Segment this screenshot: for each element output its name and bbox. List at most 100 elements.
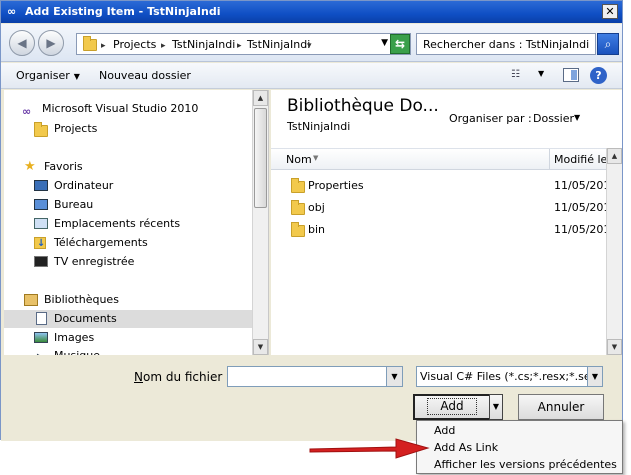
add-button[interactable]: Add [413,394,491,420]
new-folder-button[interactable]: Nouveau dossier [99,69,191,82]
column-divider[interactable] [549,149,550,170]
organize-button[interactable]: Organiser ▼ [16,69,80,82]
nav-item-visual-studio[interactable]: ∞ Microsoft Visual Studio 2010 [22,100,252,118]
cancel-button[interactable]: Annuler [518,394,604,420]
forward-button[interactable]: ▶ [38,30,64,56]
column-header-modified[interactable]: Modifié le [554,153,607,166]
nav-item-music[interactable]: ♪ Musique [34,347,252,355]
file-row[interactable]: bin 11/05/2010 1 [271,220,622,240]
folder-icon [291,222,305,237]
nav-item-desktop[interactable]: Bureau [34,196,252,214]
visual-studio-icon: ∞ [7,5,17,18]
address-dropdown[interactable]: ▼ [381,38,388,48]
chevron-right-icon: ▸ [237,41,242,51]
command-toolbar: Organiser ▼ Nouveau dossier ☷ ▼ ? [1,63,622,89]
file-name: bin [308,223,326,236]
refresh-button[interactable]: ⇆ [390,34,410,54]
scroll-down-icon[interactable]: ▼ [607,339,622,355]
file-name: Properties [308,179,364,192]
dialog-window: ∞ Add Existing Item - TstNinjaIndi ✕ ◀ ▶… [0,0,623,441]
add-split-dropdown[interactable]: ▼ [489,394,503,420]
nav-item-images[interactable]: Images [34,329,252,347]
search-input[interactable]: Rechercher dans : TstNinjaIndi [416,33,596,55]
title-bar[interactable]: ∞ Add Existing Item - TstNinjaIndi ✕ [1,1,622,23]
folder-icon [34,122,48,137]
breadcrumb-item[interactable]: TstNinjaIndi [247,38,310,51]
menu-item-add[interactable]: Add [434,424,455,437]
nav-item-documents[interactable]: Documents [4,310,252,328]
organize-label: Organiser [16,69,70,82]
chevron-down-icon: ▼ [492,402,500,411]
column-header-name[interactable]: Nom [286,153,312,166]
documents-icon [36,312,47,325]
chevron-down-icon: ▼ [591,372,599,381]
library-title: Bibliothèque Do... [287,96,439,116]
column-header: Nom ▼ Modifié le [271,148,622,170]
close-button[interactable]: ✕ [602,4,618,19]
music-icon: ♪ [34,350,46,355]
library-icon [24,294,38,306]
chevron-right-icon: ▸ [161,41,166,51]
arrow-right-icon: ▶ [46,36,56,50]
preview-pane-icon[interactable] [563,68,579,82]
back-button[interactable]: ◀ [9,30,35,56]
nav-item-downloads[interactable]: Téléchargements [34,234,252,253]
chevron-down-icon: ▼ [381,38,388,48]
arrange-by-label: Organiser par : [449,112,532,125]
file-type-dropdown[interactable]: ▼ [587,366,603,387]
chevron-down-icon: ▾ [307,41,312,51]
scroll-up-icon[interactable]: ▲ [607,148,622,164]
scroll-down-icon[interactable]: ▼ [253,339,268,355]
breadcrumb-item[interactable]: TstNinjaIndi [172,38,235,51]
nav-item-recorded-tv[interactable]: TV enregistrée [34,253,252,271]
address-field[interactable]: ▸ Projects ▸ TstNinjaIndi ▸ TstNinjaIndi… [76,33,411,55]
tv-icon [34,256,48,267]
scroll-thumb[interactable] [254,108,267,208]
file-type-select[interactable]: Visual C# Files (*.cs;*.resx;*.settings;… [416,366,588,387]
nav-item-label: Ordinateur [54,179,114,192]
library-subtitle: TstNinjaIndi [287,120,351,133]
search-button[interactable]: ⌕ [597,33,619,55]
nav-item-computer[interactable]: Ordinateur [34,177,252,195]
file-list-scrollbar[interactable]: ▲ ▼ [606,148,622,355]
star-icon: ★ [24,159,36,174]
view-options-icon[interactable]: ☷ [511,69,527,81]
nav-item-projects[interactable]: Projects [34,120,252,138]
nav-item-label: Images [54,331,95,344]
nav-item-label: Microsoft Visual Studio 2010 [42,102,199,115]
nav-item-recent-places[interactable]: Emplacements récents [34,215,252,233]
add-button-label: Add [427,398,477,415]
filename-label-text: om du fichier : [142,370,231,384]
desktop-icon [34,199,48,210]
nav-item-favorites[interactable]: ★ Favoris [24,158,252,176]
help-icon[interactable]: ? [590,67,607,84]
menu-item-add-as-link[interactable]: Add As Link [434,441,498,454]
breadcrumb-item[interactable]: Projects [113,38,156,51]
add-dropdown-menu: Add Add As Link Afficher les versions pr… [416,420,623,474]
nav-item-label: Bibliothèques [44,293,119,306]
folder-icon [291,200,305,215]
chevron-right-icon: ▸ [101,41,106,51]
breadcrumb-separator: ▸ [161,38,166,51]
filename-input[interactable] [227,366,387,387]
arrange-by-dropdown[interactable]: Dossier [533,112,574,125]
file-row[interactable]: obj 11/05/2010 1 [271,198,622,218]
filename-dropdown[interactable]: ▼ [386,366,403,387]
scroll-up-icon[interactable]: ▲ [253,90,268,106]
breadcrumb-separator: ▾ [307,38,312,51]
arrow-left-icon: ◀ [17,36,27,50]
nav-item-label: Emplacements récents [54,217,181,230]
nav-item-label: TV enregistrée [54,255,135,268]
chevron-down-icon: ▼ [73,72,80,81]
menu-item-previous-versions[interactable]: Afficher les versions précédentes [434,458,617,471]
nav-item-libraries[interactable]: Bibliothèques [24,291,252,309]
nav-scrollbar[interactable]: ▲ ▼ [252,90,268,355]
sort-arrow-icon: ▼ [313,154,319,162]
address-bar: ◀ ▶ ▸ Projects ▸ TstNinjaIndi ▸ TstNinja… [1,24,622,62]
file-row[interactable]: Properties 11/05/2010 1 [271,176,622,196]
chevron-down-icon: ▼ [391,372,398,381]
nav-item-label: Musique [54,347,100,355]
chevron-down-icon[interactable]: ▼ [574,113,580,122]
filename-label: Nom du fichier : [134,370,230,384]
chevron-down-icon[interactable]: ▼ [538,69,544,78]
